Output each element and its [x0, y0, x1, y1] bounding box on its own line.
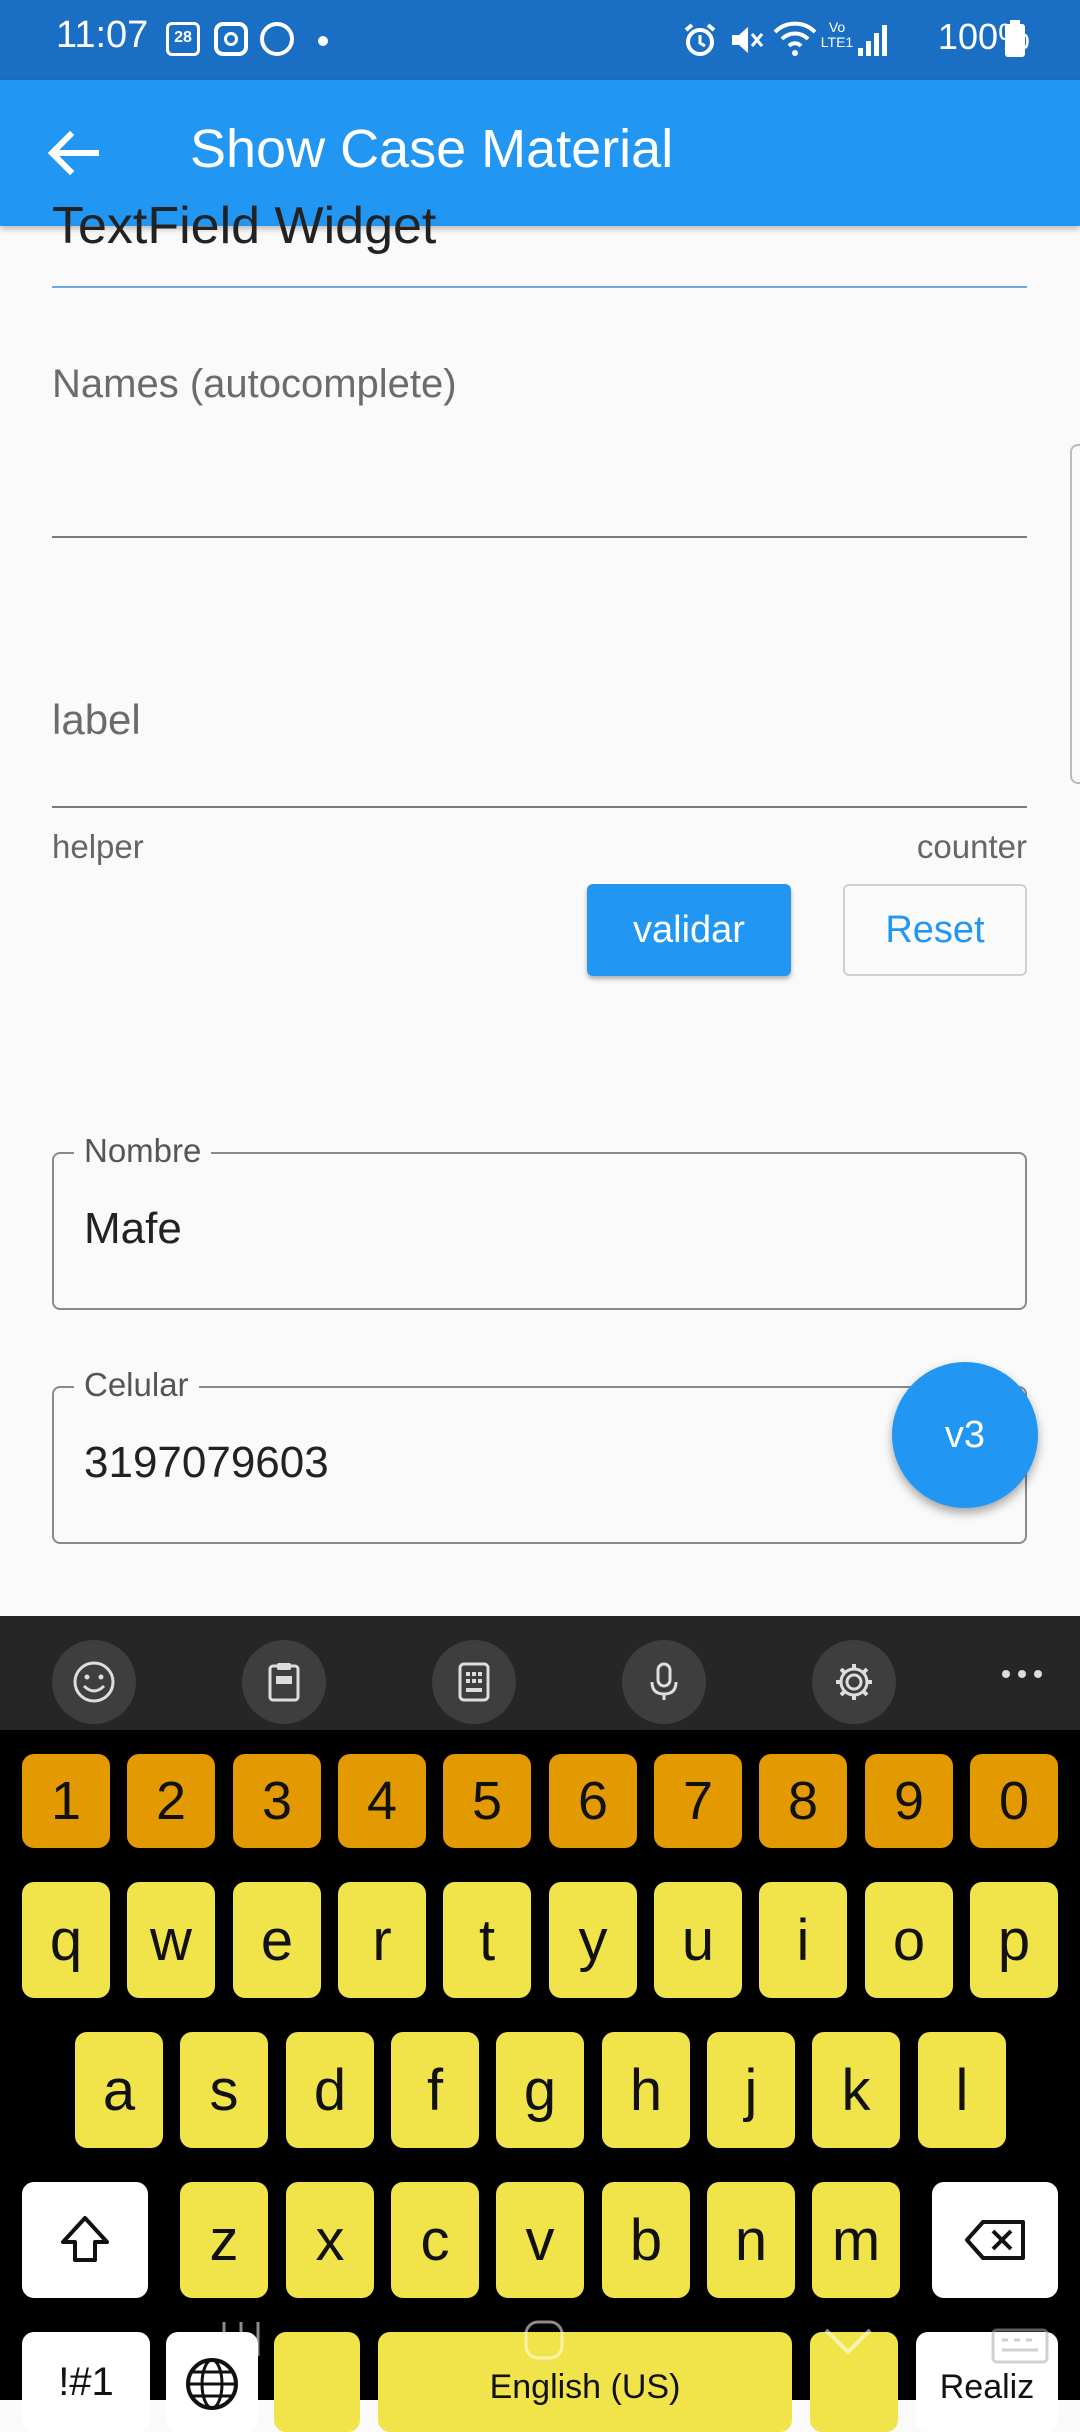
key-k[interactable]: k: [812, 2032, 900, 2148]
shift-arrow-icon: [61, 2216, 109, 2262]
key-i[interactable]: i: [759, 1882, 847, 1998]
key-8[interactable]: 8: [759, 1754, 847, 1848]
volte-label: Vo LTE1: [820, 19, 854, 50]
symbols-key[interactable]: !#1: [22, 2332, 150, 2432]
key-r[interactable]: r: [338, 1882, 426, 1998]
label-input-underline: [52, 806, 1027, 808]
gear-icon: [836, 1664, 872, 1700]
wifi-icon: [773, 21, 817, 56]
clipboard-icon: [268, 1663, 300, 1702]
names-autocomplete-input[interactable]: [52, 420, 1027, 536]
alarm-icon: [684, 23, 716, 56]
divider: [52, 286, 1027, 288]
key-b[interactable]: b: [602, 2182, 690, 2298]
key-9[interactable]: 9: [865, 1754, 953, 1848]
key-7[interactable]: 7: [654, 1754, 742, 1848]
names-input-underline: [52, 536, 1027, 538]
nombre-field[interactable]: Nombre Mafe: [52, 1132, 1027, 1310]
key-l[interactable]: l: [918, 2032, 1006, 2148]
emoji-button[interactable]: [52, 1640, 136, 1724]
whatsapp-icon: [260, 22, 294, 56]
section-heading: TextField Widget: [52, 197, 437, 255]
key-2[interactable]: 2: [127, 1754, 215, 1848]
key-w[interactable]: w: [127, 1882, 215, 1998]
key-g[interactable]: g: [496, 2032, 584, 2148]
app-title: Show Case Material: [190, 119, 674, 179]
key-t[interactable]: t: [443, 1882, 531, 1998]
key-z[interactable]: z: [180, 2182, 268, 2298]
keyboard-switch-icon[interactable]: [990, 2326, 1050, 2366]
key-a[interactable]: a: [75, 2032, 163, 2148]
calendar-icon: 28: [166, 22, 200, 56]
celular-label: Celular: [74, 1366, 199, 1404]
label-text-input[interactable]: [52, 680, 1027, 806]
backspace-key[interactable]: [932, 2182, 1058, 2298]
keyboard-toolbar: [0, 1616, 1080, 1730]
voice-input-button[interactable]: [622, 1640, 706, 1724]
nombre-value: Mafe: [84, 1204, 182, 1253]
key-3[interactable]: 3: [233, 1754, 321, 1848]
status-bar: 11:07 28 Vo LTE1 100%: [0, 0, 1080, 80]
scrollbar[interactable]: [1070, 444, 1080, 784]
nombre-label: Nombre: [74, 1132, 212, 1170]
home-icon[interactable]: [522, 2318, 566, 2362]
v3-fab-button[interactable]: v3: [892, 1362, 1038, 1508]
comma-key[interactable]: [274, 2332, 360, 2432]
helper-text: helper: [52, 828, 144, 865]
names-autocomplete-label: Names (autocomplete): [52, 362, 457, 406]
keyboard-mode-button[interactable]: [432, 1640, 516, 1724]
keypad-icon: [458, 1662, 490, 1702]
key-m[interactable]: m: [812, 2182, 900, 2298]
key-s[interactable]: s: [180, 2032, 268, 2148]
key-u[interactable]: u: [654, 1882, 742, 1998]
space-key[interactable]: English (US): [378, 2332, 792, 2432]
key-h[interactable]: h: [602, 2032, 690, 2148]
notification-dot-icon: [318, 36, 328, 46]
microphone-icon: [650, 1662, 678, 1700]
key-p[interactable]: p: [970, 1882, 1058, 1998]
more-options-icon[interactable]: [994, 1664, 1054, 1684]
emoji-icon: [73, 1661, 115, 1703]
mute-icon: [732, 27, 764, 53]
shift-key[interactable]: [22, 2182, 148, 2298]
back-arrow-icon[interactable]: [40, 120, 106, 186]
key-4[interactable]: 4: [338, 1754, 426, 1848]
globe-icon: [186, 2358, 238, 2410]
key-j[interactable]: j: [707, 2032, 795, 2148]
key-x[interactable]: x: [286, 2182, 374, 2298]
clipboard-button[interactable]: [242, 1640, 326, 1724]
key-n[interactable]: n: [707, 2182, 795, 2298]
recent-apps-icon[interactable]: [216, 2318, 266, 2360]
key-v[interactable]: v: [496, 2182, 584, 2298]
validar-button[interactable]: validar: [587, 884, 791, 976]
key-e[interactable]: e: [233, 1882, 321, 1998]
counter-text: counter: [916, 828, 1027, 865]
instagram-icon: [214, 22, 248, 56]
celular-value: 3197079603: [84, 1438, 329, 1487]
key-5[interactable]: 5: [443, 1754, 531, 1848]
backspace-icon: [965, 2220, 1025, 2260]
clock: 11:07: [56, 14, 149, 56]
key-1[interactable]: 1: [22, 1754, 110, 1848]
settings-button[interactable]: [812, 1640, 896, 1724]
key-0[interactable]: 0: [970, 1754, 1058, 1848]
celular-field[interactable]: Celular 3197079603: [52, 1366, 1027, 1544]
key-o[interactable]: o: [865, 1882, 953, 1998]
signal-icon: [858, 25, 887, 56]
reset-button[interactable]: Reset: [843, 884, 1027, 976]
hide-keyboard-icon[interactable]: [820, 2326, 876, 2356]
key-d[interactable]: d: [286, 2032, 374, 2148]
key-6[interactable]: 6: [549, 1754, 637, 1848]
key-f[interactable]: f: [391, 2032, 479, 2148]
battery-icon: [1005, 20, 1025, 57]
key-y[interactable]: y: [549, 1882, 637, 1998]
key-q[interactable]: q: [22, 1882, 110, 1998]
key-c[interactable]: c: [391, 2182, 479, 2298]
